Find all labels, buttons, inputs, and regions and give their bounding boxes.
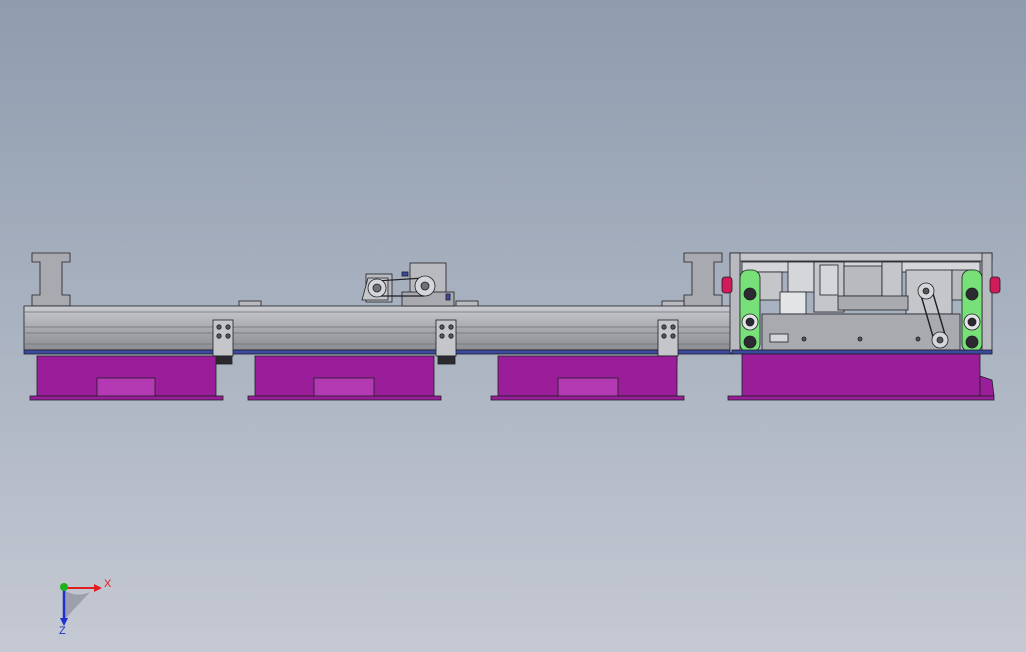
guide-rail <box>23 349 735 355</box>
x-axis-label: X <box>104 578 112 590</box>
y-axis-marker <box>60 583 68 591</box>
base-block-3[interactable] <box>490 355 685 401</box>
end-station-assembly[interactable] <box>721 252 1001 401</box>
station-post-left <box>729 252 741 354</box>
roller-belt-right[interactable] <box>961 269 983 353</box>
endcap-left <box>721 276 733 294</box>
z-axis-label: Z <box>59 625 66 637</box>
endcap-right <box>989 276 1001 294</box>
station-base[interactable] <box>727 353 995 401</box>
base-block-2[interactable] <box>247 355 442 401</box>
base-block-1[interactable] <box>29 355 224 401</box>
roller-belt-left[interactable] <box>739 269 761 353</box>
station-lower-plate <box>761 313 961 351</box>
clamp-2[interactable] <box>435 319 457 365</box>
station-rail <box>731 349 993 355</box>
station-top-plate <box>729 252 993 262</box>
cad-graphics-area[interactable]: X Z <box>0 0 1026 652</box>
main-beam[interactable] <box>23 305 735 355</box>
station-post-right <box>981 252 993 354</box>
cad-viewport[interactable]: X Z <box>0 0 1026 652</box>
